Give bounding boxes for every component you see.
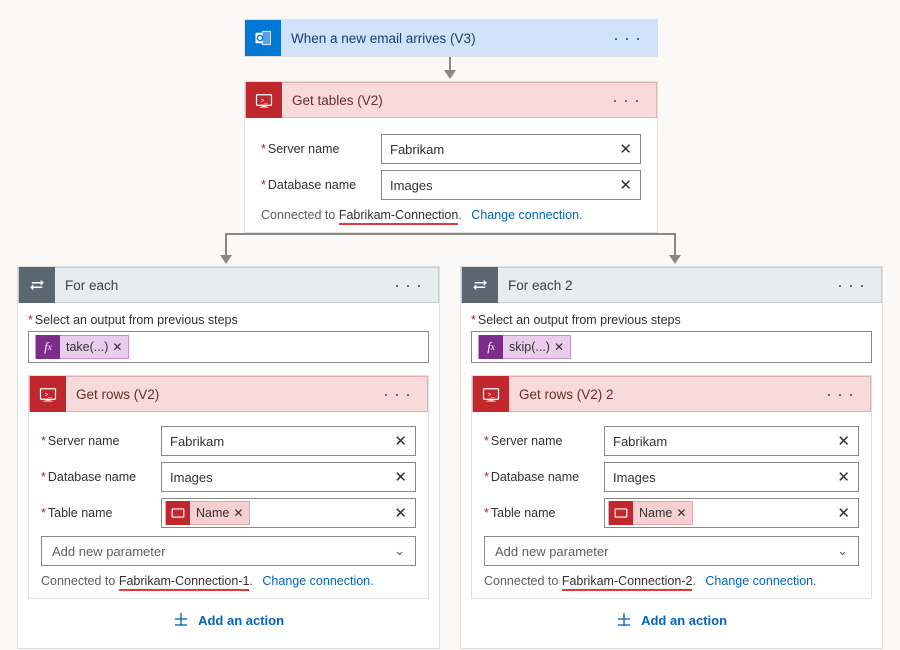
sql-icon — [166, 501, 190, 525]
remove-chip-icon[interactable]: ✕ — [554, 340, 564, 354]
clear-icon[interactable]: ✕ — [837, 504, 850, 522]
clear-icon[interactable]: ✕ — [394, 432, 407, 450]
for-each-2-card: For each 2 · · · Select an output from p… — [460, 266, 883, 649]
get-rows-card: >_ Get rows (V2) · · · Server name Fabri… — [28, 375, 429, 599]
database-name-label: Database name — [484, 470, 604, 484]
connector — [225, 233, 675, 235]
connection-info: Connected to Fabrikam-Connection-2. Chan… — [484, 574, 859, 588]
svg-text:>_: >_ — [45, 392, 53, 398]
more-button[interactable]: · · · — [377, 381, 417, 407]
sql-icon: >_ — [473, 376, 509, 412]
more-button[interactable]: · · · — [606, 87, 646, 113]
sql-icon — [609, 501, 633, 525]
database-name-label: Database name — [261, 178, 381, 192]
connection-info: Connected to Fabrikam-Connection-1. Chan… — [41, 574, 416, 588]
clear-icon[interactable]: ✕ — [837, 468, 850, 486]
for-each-card: For each · · · Select an output from pre… — [17, 266, 440, 649]
card-title: Get rows (V2) — [66, 387, 377, 402]
server-name-input[interactable]: Fabrikam ✕ — [161, 426, 416, 456]
trigger-card[interactable]: When a new email arrives (V3) · · · — [244, 19, 658, 57]
svg-text:>_: >_ — [261, 98, 269, 104]
change-connection-link[interactable]: Change connection. — [471, 208, 582, 222]
server-name-label: Server name — [41, 434, 161, 448]
remove-chip-icon[interactable]: ✕ — [112, 340, 122, 354]
connection-info: Connected to Fabrikam-Connection. Change… — [261, 208, 641, 222]
table-chip[interactable]: Name ✕ — [608, 501, 693, 525]
card-title: Get rows (V2) 2 — [509, 387, 820, 402]
clear-icon[interactable]: ✕ — [619, 176, 632, 194]
database-name-input[interactable]: Images ✕ — [604, 462, 859, 492]
add-action-icon — [173, 611, 189, 627]
outlook-icon — [245, 20, 281, 56]
clear-icon[interactable]: ✕ — [394, 504, 407, 522]
clear-icon[interactable]: ✕ — [837, 432, 850, 450]
arrow-down-icon — [444, 70, 456, 79]
select-output-input[interactable]: fx skip(...) ✕ — [471, 331, 872, 363]
loop-icon — [19, 267, 55, 303]
table-chip[interactable]: Name ✕ — [165, 501, 250, 525]
fx-chip[interactable]: fx skip(...) ✕ — [478, 335, 571, 359]
sql-icon: >_ — [30, 376, 66, 412]
card-title: For each — [55, 278, 388, 293]
chevron-down-icon: ⌄ — [394, 543, 405, 559]
select-output-label: Select an output from previous steps — [28, 313, 429, 327]
select-output-label: Select an output from previous steps — [471, 313, 872, 327]
sql-icon: >_ — [246, 82, 282, 118]
table-name-input[interactable]: Name ✕ ✕ — [161, 498, 416, 528]
remove-chip-icon[interactable]: ✕ — [233, 506, 243, 520]
fx-chip[interactable]: fx take(...) ✕ — [35, 335, 129, 359]
change-connection-link[interactable]: Change connection. — [262, 574, 373, 588]
fx-icon: fx — [36, 335, 60, 359]
add-parameter-select[interactable]: Add new parameter ⌄ — [41, 536, 416, 566]
more-button[interactable]: · · · — [831, 272, 871, 298]
chevron-down-icon: ⌄ — [837, 543, 848, 559]
card-title: For each 2 — [498, 278, 831, 293]
fx-icon: fx — [479, 335, 503, 359]
database-name-input[interactable]: Images ✕ — [381, 170, 641, 200]
table-name-input[interactable]: Name ✕ ✕ — [604, 498, 859, 528]
server-name-input[interactable]: Fabrikam ✕ — [381, 134, 641, 164]
get-rows-2-card: >_ Get rows (V2) 2 · · · Server name Fab… — [471, 375, 872, 599]
database-name-input[interactable]: Images ✕ — [161, 462, 416, 492]
loop-icon — [462, 267, 498, 303]
add-action-icon — [616, 611, 632, 627]
server-name-label: Server name — [261, 142, 381, 156]
clear-icon[interactable]: ✕ — [619, 140, 632, 158]
more-button[interactable]: · · · — [607, 25, 647, 51]
add-parameter-select[interactable]: Add new parameter ⌄ — [484, 536, 859, 566]
svg-text:>_: >_ — [488, 392, 496, 398]
table-name-label: Table name — [41, 506, 161, 520]
arrow-down-icon — [669, 255, 681, 264]
database-name-label: Database name — [41, 470, 161, 484]
add-action-button[interactable]: Add an action — [616, 613, 727, 628]
add-action-button[interactable]: Add an action — [173, 613, 284, 628]
table-name-label: Table name — [484, 506, 604, 520]
server-name-label: Server name — [484, 434, 604, 448]
trigger-title: When a new email arrives (V3) — [281, 31, 607, 46]
clear-icon[interactable]: ✕ — [394, 468, 407, 486]
more-button[interactable]: · · · — [388, 272, 428, 298]
remove-chip-icon[interactable]: ✕ — [676, 506, 686, 520]
get-tables-card: >_ Get tables (V2) · · · Server name Fab… — [244, 81, 658, 233]
more-button[interactable]: · · · — [820, 381, 860, 407]
card-title: Get tables (V2) — [282, 93, 606, 108]
arrow-down-icon — [220, 255, 232, 264]
select-output-input[interactable]: fx take(...) ✕ — [28, 331, 429, 363]
change-connection-link[interactable]: Change connection. — [705, 574, 816, 588]
server-name-input[interactable]: Fabrikam ✕ — [604, 426, 859, 456]
